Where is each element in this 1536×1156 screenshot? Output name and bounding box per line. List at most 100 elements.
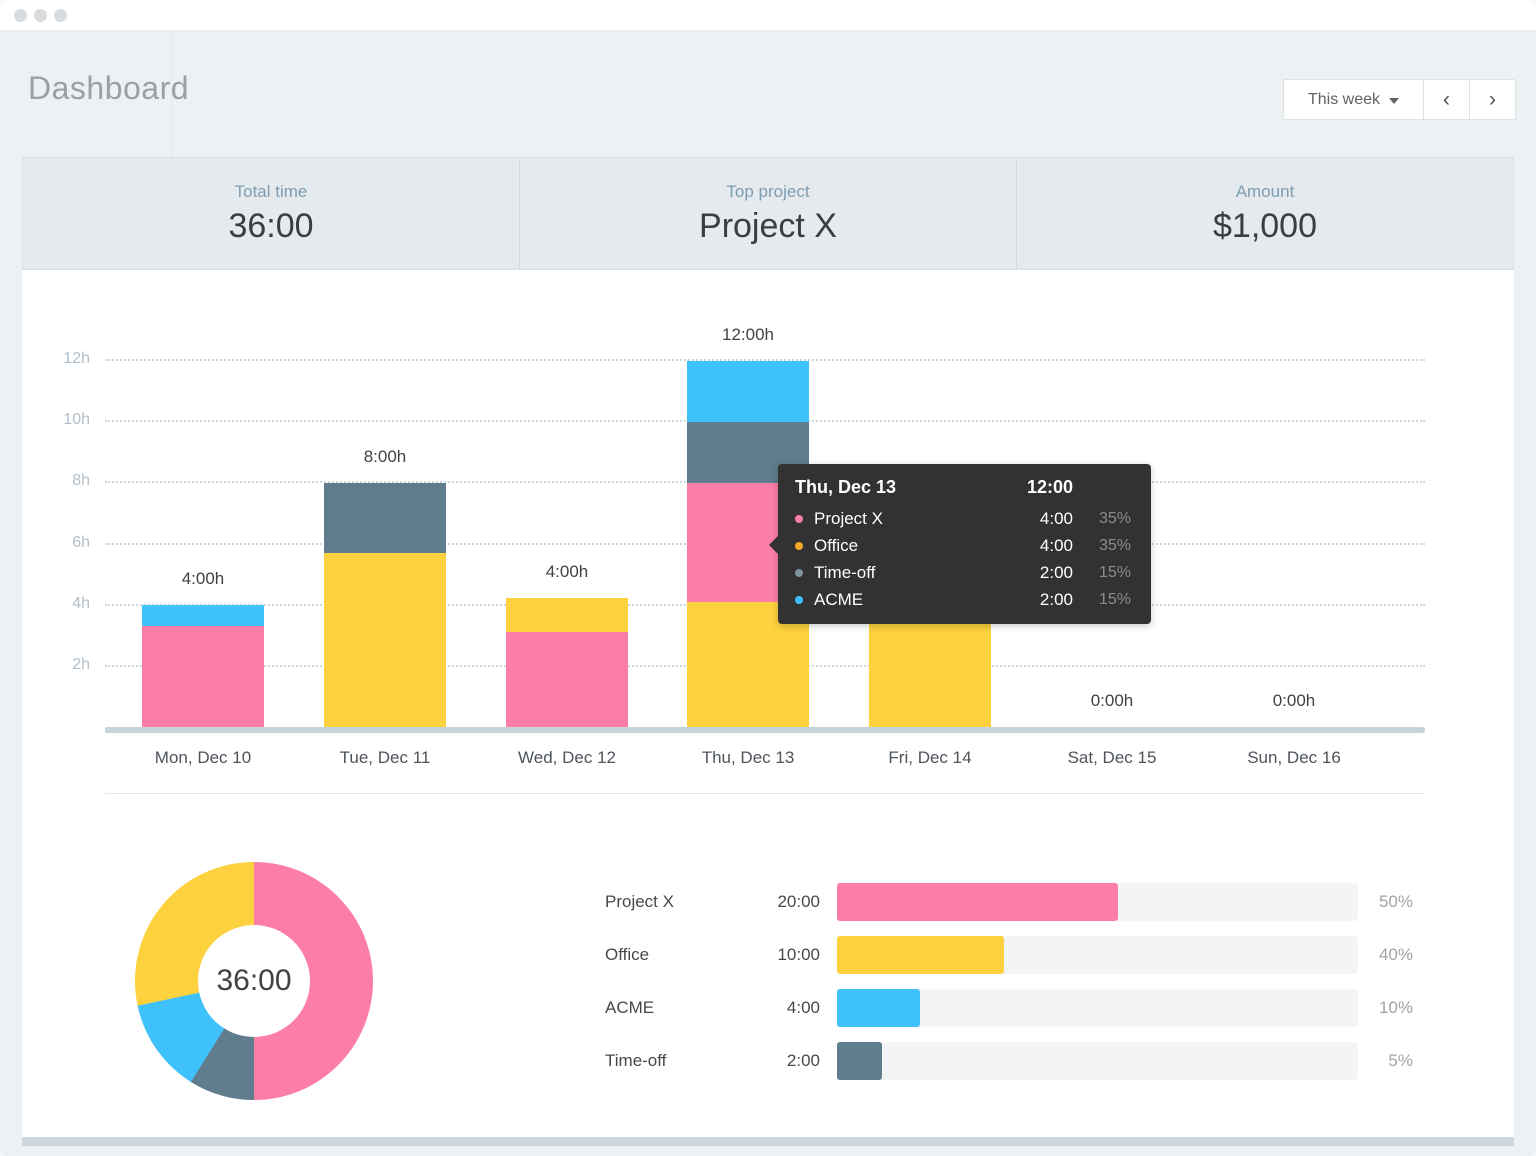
panel-bottom-edge	[22, 1137, 1514, 1146]
project-color-dot-icon	[795, 569, 803, 577]
project-name-label: ACME	[605, 989, 654, 1027]
x-axis-label: Mon, Dec 10	[112, 748, 294, 768]
chevron-down-icon	[1389, 98, 1399, 104]
chart-tooltip: Thu, Dec 13 12:00 Project X4:0035%Office…	[778, 464, 1151, 624]
bar-segment[interactable]	[506, 632, 628, 727]
x-axis-label: Sun, Dec 16	[1203, 748, 1385, 768]
tooltip-project-name: Time-off	[795, 563, 993, 583]
x-axis-label: Sat, Dec 15	[1021, 748, 1203, 768]
period-selector[interactable]: This week	[1284, 80, 1424, 119]
window-titlebar	[0, 0, 1536, 30]
app-window: Dashboard This week ‹ › Total time 36:00…	[0, 0, 1536, 1156]
project-color-dot-icon	[795, 542, 803, 550]
tooltip-total: 12:00	[993, 477, 1073, 498]
project-bar-fill[interactable]	[837, 936, 1004, 974]
bar-total-label: 12:00h	[687, 325, 809, 345]
project-bar-fill[interactable]	[837, 883, 1118, 921]
project-time-value: 4:00	[705, 989, 820, 1027]
bar-segment[interactable]	[324, 483, 446, 553]
project-color-dot-icon	[795, 515, 803, 523]
tooltip-percent-value: 35%	[1073, 537, 1131, 555]
project-bar-fill[interactable]	[837, 1042, 882, 1080]
bar-total-label: 0:00h	[1051, 691, 1173, 711]
project-name-label: Project X	[605, 883, 674, 921]
project-bar-track	[837, 989, 1358, 1027]
donut-hole: 36:00	[198, 925, 310, 1037]
project-color-dot-icon	[795, 596, 803, 604]
bar-segment[interactable]	[506, 598, 628, 632]
donut-center-label: 36:00	[216, 964, 291, 998]
tooltip-date: Thu, Dec 13	[795, 477, 993, 498]
donut-chart[interactable]: 36:00	[135, 862, 373, 1100]
window-control-icon[interactable]	[34, 9, 47, 22]
bar-segment[interactable]	[142, 605, 264, 626]
summary-card-value: Project X	[699, 207, 837, 246]
x-axis-label: Fri, Dec 14	[839, 748, 1021, 768]
bar-total-label: 4:00h	[506, 562, 628, 582]
summary-card-label: Amount	[1236, 182, 1295, 202]
project-percent-label: 50%	[1339, 883, 1413, 921]
tooltip-row: ACME 2:0015%	[795, 586, 1131, 613]
next-week-button[interactable]: ›	[1470, 80, 1515, 119]
tooltip-project-label: Office	[814, 536, 858, 556]
x-axis-label: Thu, Dec 13	[657, 748, 839, 768]
y-axis-label: 2h	[40, 656, 90, 674]
chevron-left-icon: ‹	[1443, 88, 1450, 112]
window-control-icon[interactable]	[54, 9, 67, 22]
summary-card-value: $1,000	[1213, 207, 1317, 246]
tooltip-percent-value: 35%	[1073, 510, 1131, 528]
tooltip-project-name: Office	[795, 536, 993, 556]
bar-segment[interactable]	[687, 361, 809, 422]
x-axis-label: Wed, Dec 12	[476, 748, 658, 768]
tooltip-percent-value: 15%	[1073, 564, 1131, 582]
project-percent-label: 5%	[1339, 1042, 1413, 1080]
x-axis-label: Tue, Dec 11	[294, 748, 476, 768]
project-percent-label: 40%	[1339, 936, 1413, 974]
y-axis-label: 12h	[40, 350, 90, 368]
tooltip-project-label: Project X	[814, 509, 883, 529]
project-bar-track	[837, 936, 1358, 974]
summary-card-total-time: Total time 36:00	[23, 158, 519, 269]
tooltip-project-name: ACME	[795, 590, 993, 610]
tooltip-project-label: ACME	[814, 590, 863, 610]
summary-card-top-project: Top project Project X	[519, 158, 1016, 269]
tooltip-row: Time-off 2:0015%	[795, 559, 1131, 586]
project-bar-track	[837, 1042, 1358, 1080]
page-title: Dashboard	[28, 70, 189, 107]
project-bar-fill[interactable]	[837, 989, 920, 1027]
tooltip-row: Office4:0035%	[795, 532, 1131, 559]
project-row: Office10:0040%	[605, 936, 1413, 974]
tooltip-time-value: 2:00	[993, 590, 1073, 610]
project-bar-track	[837, 883, 1358, 921]
tooltip-time-value: 2:00	[993, 563, 1073, 583]
tooltip-percent-value: 15%	[1073, 591, 1131, 609]
y-axis-label: 4h	[40, 595, 90, 613]
chevron-right-icon: ›	[1489, 88, 1496, 112]
summary-card-value: 36:00	[228, 207, 313, 246]
project-time-value: 10:00	[705, 936, 820, 974]
period-selector-label: This week	[1308, 91, 1380, 109]
prev-week-button[interactable]: ‹	[1424, 80, 1470, 119]
date-range-controls: This week ‹ ›	[1283, 79, 1516, 120]
project-row: ACME 4:00 10%	[605, 989, 1413, 1027]
summary-strip: Total time 36:00 Top project Project X A…	[22, 157, 1514, 270]
bar-segment[interactable]	[142, 626, 264, 727]
tooltip-project-name: Project X	[795, 509, 993, 529]
project-time-value: 20:00	[705, 883, 820, 921]
tooltip-project-label: Time-off	[814, 563, 875, 583]
project-row: Time-off2:005%	[605, 1042, 1413, 1080]
summary-card-label: Total time	[235, 182, 308, 202]
bar-total-label: 0:00h	[1233, 691, 1355, 711]
bar-total-label: 8:00h	[324, 447, 446, 467]
project-row: Project X 20:00 50%	[605, 883, 1413, 921]
project-percent-label: 10%	[1339, 989, 1413, 1027]
tooltip-time-value: 4:00	[993, 509, 1073, 529]
y-axis-label: 10h	[40, 411, 90, 429]
project-name-label: Time-off	[605, 1042, 666, 1080]
bar-segment[interactable]	[324, 553, 446, 727]
tooltip-row: Project X 4:0035%	[795, 505, 1131, 532]
summary-card-label: Top project	[726, 182, 809, 202]
screen: Dashboard This week ‹ › Total time 36:00…	[0, 0, 1536, 1156]
window-control-icon[interactable]	[14, 9, 27, 22]
tooltip-arrow-icon	[769, 536, 778, 554]
